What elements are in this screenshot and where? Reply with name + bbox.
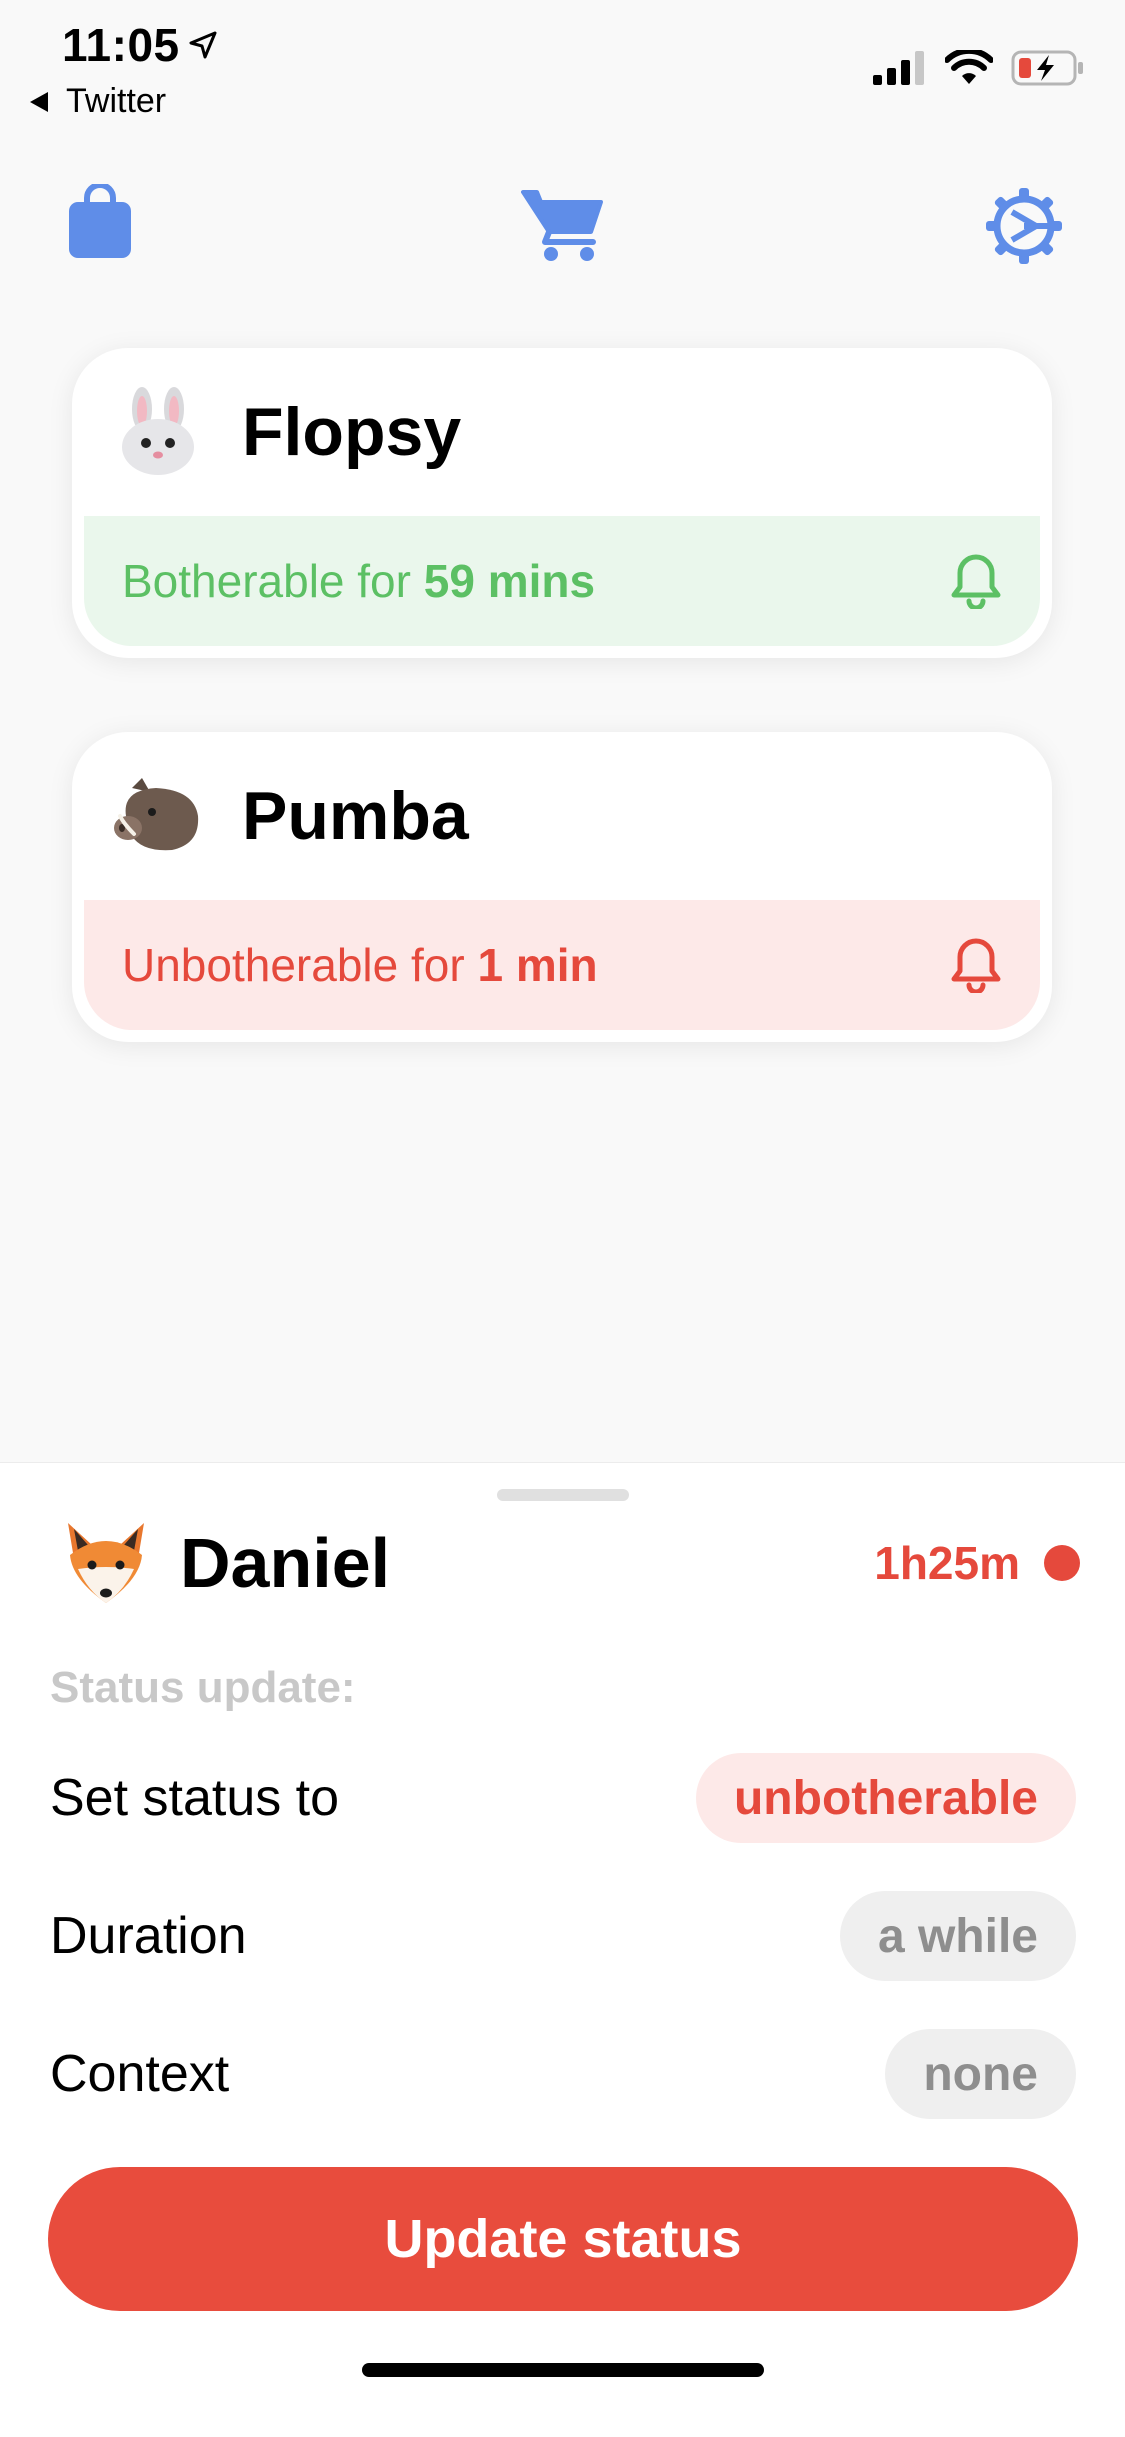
signal-icon: [873, 51, 924, 85]
status-row: Set status to unbotherable: [50, 1753, 1076, 1843]
settings-button[interactable]: [982, 184, 1066, 268]
shopping-bag-icon: [69, 184, 131, 258]
contact-card-pumba[interactable]: Pumba Unbotherable for 1 min: [72, 732, 1052, 1042]
status-prefix: Botherable for: [122, 555, 424, 607]
status-text: Botherable for 59 mins: [122, 554, 595, 608]
boar-avatar-icon: [112, 770, 204, 862]
location-arrow-icon: [189, 31, 217, 59]
duration-row: Duration a while: [50, 1891, 1076, 1981]
sheet-drag-handle[interactable]: [497, 1489, 629, 1501]
status-time: 11:05: [62, 18, 218, 72]
gear-icon: [986, 188, 1062, 264]
section-label: Status update:: [50, 1663, 356, 1712]
contact-name: Flopsy: [242, 394, 462, 470]
system-status-icons: [873, 50, 1085, 86]
contact-card-flopsy[interactable]: Flopsy Botherable for 59 mins: [72, 348, 1052, 658]
user-name: Daniel: [180, 1524, 391, 1602]
status-dot-icon: [1044, 1545, 1080, 1581]
bell-icon[interactable]: [950, 553, 1002, 609]
wifi-icon: [945, 50, 993, 84]
timer-text: 1h25m: [874, 1537, 1020, 1589]
clock-text: 11:05: [62, 19, 180, 71]
context-row: Context none: [50, 2029, 1076, 2119]
duration-picker-pill[interactable]: a while: [839, 1891, 1076, 1981]
rabbit-avatar-icon: [112, 386, 204, 478]
context-row-label: Context: [50, 2045, 230, 2103]
home-indicator[interactable]: [362, 2363, 764, 2377]
status-text: Unbotherable for 1 min: [122, 938, 598, 992]
status-picker-pill[interactable]: unbotherable: [695, 1753, 1076, 1843]
battery-charging-icon: [1011, 50, 1083, 86]
status-timer: 1h25m: [874, 1536, 1080, 1590]
fox-avatar-icon: [60, 1517, 152, 1609]
context-picker-pill[interactable]: none: [885, 2029, 1076, 2119]
contact-name: Pumba: [242, 778, 469, 854]
status-row-label: Set status to: [50, 1769, 340, 1827]
back-to-app-link[interactable]: Twitter: [30, 82, 166, 121]
cart-button[interactable]: [520, 184, 606, 264]
status-update-sheet: Daniel 1h25m Status update: Set status t…: [0, 1462, 1125, 2437]
current-user-row: Daniel 1h25m: [60, 1513, 1080, 1613]
card-header: Pumba: [72, 732, 1052, 900]
status-prefix: Unbotherable for: [122, 939, 478, 991]
update-status-button[interactable]: Update status: [48, 2167, 1078, 2311]
status-strip-unbotherable[interactable]: Unbotherable for 1 min: [84, 900, 1040, 1030]
back-arrow-icon: [30, 91, 48, 112]
status-duration: 59 mins: [423, 555, 596, 607]
shop-button[interactable]: [64, 182, 136, 262]
status-duration: 1 min: [477, 939, 598, 991]
bell-icon[interactable]: [950, 937, 1002, 993]
duration-row-label: Duration: [50, 1907, 247, 1965]
card-header: Flopsy: [72, 348, 1052, 516]
cart-icon: [521, 190, 603, 261]
back-app-label: Twitter: [66, 82, 167, 120]
status-strip-botherable[interactable]: Botherable for 59 mins: [84, 516, 1040, 646]
